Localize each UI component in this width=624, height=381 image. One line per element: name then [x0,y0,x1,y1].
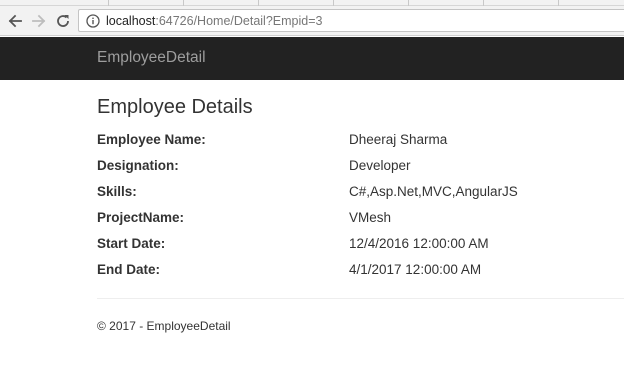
detail-label: Designation: [97,158,179,173]
detail-value: C#,Asp.Net,MVC,AngularJS [349,184,518,199]
detail-label: Skills: [97,184,137,199]
detail-value: 12/4/2016 12:00:00 AM [349,236,489,251]
url-text: localhost:64726/Home/Detail?Empid=3 [106,14,322,28]
detail-row-end-date: End Date: 4/1/2017 12:00:00 AM [97,262,624,282]
forward-arrow-icon [32,14,46,28]
detail-label: Start Date: [97,236,166,251]
navbar-brand-link[interactable]: EmployeeDetail [97,49,206,67]
detail-value: Developer [349,158,411,173]
reload-icon [57,15,69,27]
browser-toolbar: localhost:64726/Home/Detail?Empid=3 [0,6,624,36]
url-path: :64726/Home/Detail?Empid=3 [155,13,323,28]
app-navbar: EmployeeDetail [0,37,624,80]
detail-value: Dheeraj Sharma [349,132,448,147]
detail-label: ProjectName: [97,210,185,225]
reload-button[interactable] [52,10,74,32]
detail-label: Employee Name: [97,132,206,147]
detail-value: 4/1/2017 12:00:00 AM [349,262,482,277]
detail-row-skills: Skills: C#,Asp.Net,MVC,AngularJS [97,184,624,204]
back-button[interactable] [4,10,26,32]
page-title: Employee Details [97,96,253,118]
address-bar[interactable]: localhost:64726/Home/Detail?Empid=3 [78,9,624,32]
url-host: localhost [106,13,156,28]
detail-row-start-date: Start Date: 12/4/2016 12:00:00 AM [97,236,624,256]
forward-button[interactable] [28,10,50,32]
footer-text: © 2017 - EmployeeDetail [97,319,231,333]
detail-row-employee-name: Employee Name: Dheeraj Sharma [97,132,624,152]
detail-row-project-name: ProjectName: VMesh [97,210,624,230]
footer-divider [97,298,624,299]
detail-label: End Date: [97,262,161,277]
info-icon[interactable] [86,13,100,28]
detail-value: VMesh [349,210,392,225]
detail-row-designation: Designation: Developer [97,158,624,178]
back-arrow-icon [8,14,22,28]
